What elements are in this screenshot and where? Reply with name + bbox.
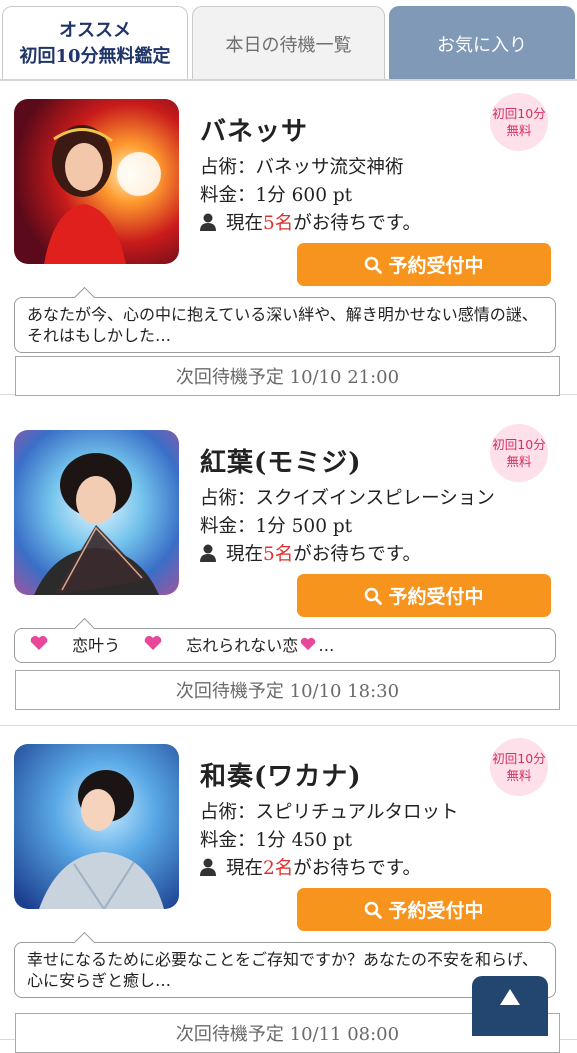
person-icon	[200, 858, 216, 876]
waiting-status: 現在 5名 がお待ちです。	[200, 540, 421, 566]
message-text-1: 恋叶う	[72, 636, 121, 655]
fortune-price: 料金：1分 500 pt	[200, 516, 353, 537]
next-schedule-text: 次回待機予定 10/10 18:30	[175, 681, 400, 702]
tab-favorites-label: お気に入り	[437, 34, 527, 56]
badge-line-1: 初回10分	[492, 437, 546, 452]
reserve-button-label: 予約受付中	[388, 255, 484, 277]
fortune-teller-name: 和奏(ワカナ)	[200, 762, 362, 792]
next-schedule-box: 次回待機予定 10/10 18:30	[15, 670, 560, 710]
profile-photo[interactable]	[14, 430, 179, 595]
search-icon	[365, 587, 383, 605]
reserve-button[interactable]: 予約受付中	[297, 888, 551, 931]
badge-line-1: 初回10分	[492, 106, 546, 121]
fortune-teller-name: バネッサ	[200, 117, 309, 147]
page-top-button[interactable]	[472, 976, 548, 1036]
message-text-2: 忘れられない恋	[186, 636, 299, 655]
message-text-3: …	[318, 636, 335, 655]
waiting-suffix: がお待ちです。	[293, 213, 421, 234]
fortune-teller-name: 紅葉(モミジ)	[200, 448, 362, 478]
tab-recommend[interactable]: オススメ 初回10分無料鑑定	[2, 6, 188, 80]
fortune-price: 料金：1分 600 pt	[200, 185, 353, 206]
tab-today-waiting[interactable]: 本日の待機一覧	[192, 6, 385, 80]
message-text: 幸せになるために必要なことをご存知ですか？あなたの不安を和らげ、心に安らぎと癒し…	[27, 950, 538, 990]
waiting-status: 現在 2名 がお待ちです。	[200, 854, 421, 880]
person-icon	[200, 213, 216, 231]
waiting-count: 5名	[263, 544, 294, 565]
badge-line-2: 無料	[506, 123, 532, 138]
waiting-status: 現在 5名 がお待ちです。	[200, 209, 421, 235]
badge-line-1: 初回10分	[492, 751, 546, 766]
next-schedule-box: 次回待機予定 10/10 21:00	[15, 356, 560, 396]
fortune-teller-card[interactable]: バネッサ 初回10分 無料 占術：バネッサ流交神術 料金：1分 600 pt 現…	[0, 81, 577, 396]
tab-bar: オススメ 初回10分無料鑑定 本日の待機一覧 お気に入り	[0, 0, 577, 81]
search-icon	[365, 256, 383, 274]
tab-recommend-label-2: 初回10分無料鑑定	[19, 45, 171, 67]
waiting-prefix: 現在	[226, 858, 264, 879]
profile-photo[interactable]	[14, 99, 179, 264]
search-icon	[365, 901, 383, 919]
fortune-method: 占術：バネッサ流交神術	[200, 157, 404, 178]
tab-today-label: 本日の待機一覧	[225, 34, 352, 56]
sparkle-heart-icon	[144, 635, 162, 650]
reserve-button-label: 予約受付中	[388, 586, 484, 608]
sparkle-heart-icon	[301, 637, 316, 651]
tab-favorites[interactable]: お気に入り	[389, 6, 575, 80]
message-bubble: 恋叶う 忘れられない恋 …	[14, 617, 556, 663]
tab-recommend-label-1: オススメ	[59, 19, 131, 41]
fortune-method: 占術：スクイズインスピレーション	[200, 488, 495, 509]
waiting-count: 2名	[263, 858, 294, 879]
person-icon	[200, 544, 216, 562]
first-10min-free-badge: 初回10分 無料	[490, 738, 548, 796]
reserve-button[interactable]: 予約受付中	[297, 243, 551, 286]
next-schedule-text: 次回待機予定 10/10 21:00	[175, 367, 400, 388]
message-bubble: あなたが今、心の中に抱えている深い絆や、解き明かせない感情の謎、それはもしかした…	[14, 286, 556, 353]
waiting-suffix: がお待ちです。	[293, 858, 421, 879]
reserve-button[interactable]: 予約受付中	[297, 574, 551, 617]
fortune-price: 料金：1分 450 pt	[200, 830, 353, 851]
first-10min-free-badge: 初回10分 無料	[490, 93, 548, 151]
waiting-count: 5名	[263, 213, 294, 234]
triangle-up-icon	[500, 989, 520, 1005]
badge-line-2: 無料	[506, 454, 532, 469]
fortune-method: 占術：スピリチュアルタロット	[200, 802, 459, 823]
fortune-teller-card[interactable]: 紅葉(モミジ) 初回10分 無料 占術：スクイズインスピレーション 料金：1分 …	[0, 412, 577, 726]
waiting-prefix: 現在	[226, 544, 264, 565]
message-text: あなたが今、心の中に抱えている深い絆や、解き明かせない感情の謎、それはもしかした…	[27, 305, 538, 345]
waiting-prefix: 現在	[226, 213, 264, 234]
profile-photo[interactable]	[14, 744, 179, 909]
first-10min-free-badge: 初回10分 無料	[490, 424, 548, 482]
sparkle-heart-icon	[30, 635, 48, 650]
reserve-button-label: 予約受付中	[388, 900, 484, 922]
badge-line-2: 無料	[506, 768, 532, 783]
waiting-suffix: がお待ちです。	[293, 544, 421, 565]
